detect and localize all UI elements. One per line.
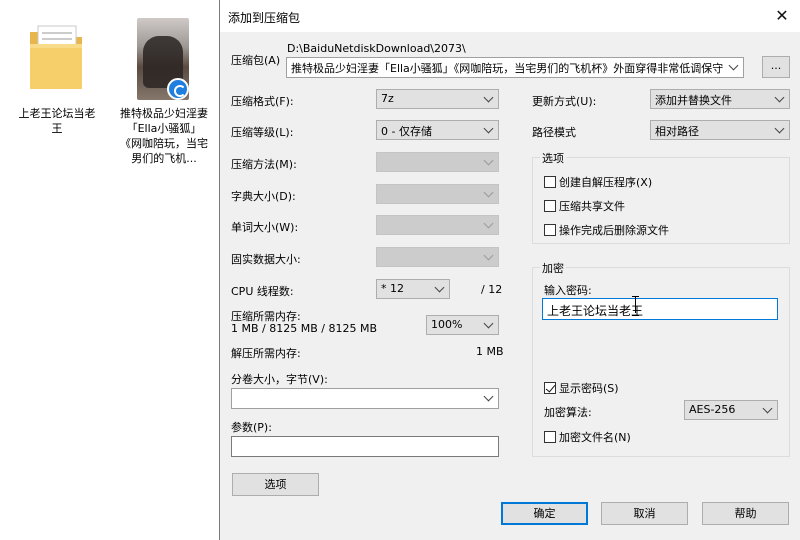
mem-percent-select[interactable]: 100% — [426, 315, 499, 335]
method-select — [376, 152, 499, 172]
cpu-select[interactable]: * 12 — [376, 279, 450, 299]
text-cursor-icon — [632, 296, 640, 316]
path-mode-value: 相对路径 — [655, 125, 699, 138]
chevron-down-icon — [484, 219, 494, 229]
format-value: 7z — [381, 92, 394, 105]
solid-label: 固实数据大小: — [231, 253, 301, 266]
chevron-down-icon[interactable] — [775, 124, 785, 134]
cancel-button[interactable]: 取消 — [601, 502, 688, 525]
chevron-down-icon[interactable] — [484, 124, 494, 134]
word-select — [376, 215, 499, 235]
desktop-folder-label[interactable]: 上老王论坛当老王 — [14, 106, 100, 136]
level-select[interactable]: 0 - 仅存储 — [376, 120, 499, 140]
checkbox-checked-icon[interactable] — [544, 382, 556, 394]
archive-path: D:\BaiduNetdiskDownload\2073\ — [287, 42, 466, 55]
video-file-icon[interactable] — [137, 18, 189, 100]
password-input[interactable]: 上老王论坛当老王 — [542, 298, 778, 320]
volume-combo[interactable] — [231, 388, 499, 409]
path-mode-select[interactable]: 相对路径 — [650, 120, 790, 140]
delete-source-checkbox[interactable]: 操作完成后删除源文件 — [544, 222, 669, 238]
chevron-down-icon[interactable] — [484, 392, 494, 402]
archive-name-combo[interactable]: 推特极品少妇淫妻「Ella小骚狐」《网咖陪玩，当宅男们的飞机杯》外面穿得非常低调… — [286, 57, 744, 78]
title-bar: 添加到压缩包 ✕ — [220, 0, 800, 32]
help-button[interactable]: 帮助 — [702, 502, 789, 525]
volume-label: 分卷大小，字节(V): — [231, 373, 328, 386]
checkbox-icon[interactable] — [544, 176, 556, 188]
level-label: 压缩等级(L): — [231, 126, 294, 139]
chevron-down-icon — [484, 188, 494, 198]
dict-label: 字典大小(D): — [231, 190, 296, 203]
desktop-video-label[interactable]: 推特极品少妇淫妻「Ella小骚狐」《网咖陪玩，当宅男们的飞机... — [120, 106, 208, 166]
enc-method-value: AES-256 — [689, 403, 736, 416]
options-button[interactable]: 选项 — [232, 473, 319, 496]
sfx-label: 创建自解压程序(X) — [559, 176, 653, 189]
shared-checkbox[interactable]: 压缩共享文件 — [544, 198, 625, 214]
chevron-down-icon[interactable] — [775, 93, 785, 103]
format-select[interactable]: 7z — [376, 89, 499, 109]
delete-source-label: 操作完成后删除源文件 — [559, 224, 669, 237]
update-select[interactable]: 添加并替换文件 — [650, 89, 790, 109]
chevron-down-icon[interactable] — [763, 404, 773, 414]
enc-method-label: 加密算法: — [544, 406, 592, 419]
checkbox-icon[interactable] — [544, 200, 556, 212]
player-badge-icon — [167, 78, 189, 100]
close-icon[interactable]: ✕ — [769, 4, 795, 28]
checkbox-icon[interactable] — [544, 431, 556, 443]
cpu-label: CPU 线程数: — [231, 285, 294, 298]
method-label: 压缩方法(M): — [231, 158, 297, 171]
shared-label: 压缩共享文件 — [559, 200, 625, 213]
chevron-down-icon[interactable] — [729, 61, 739, 71]
mem-decomp-label: 解压所需内存: — [231, 347, 301, 360]
mem-decomp-value: 1 MB — [476, 345, 504, 358]
chevron-down-icon — [484, 156, 494, 166]
sfx-checkbox[interactable]: 创建自解压程序(X) — [544, 174, 652, 190]
options-group-title: 选项 — [540, 150, 566, 166]
update-value: 添加并替换文件 — [655, 94, 732, 107]
cpu-value: * 12 — [381, 282, 404, 295]
mem-percent-value: 100% — [431, 318, 463, 331]
params-label: 参数(P): — [231, 421, 272, 434]
chevron-down-icon[interactable] — [484, 93, 494, 103]
archive-name-value: 推特极品少妇淫妻「Ella小骚狐」《网咖陪玩，当宅男们的飞机杯》外面穿得非常低调… — [291, 62, 724, 75]
archive-label: 压缩包(A) — [231, 54, 281, 67]
params-input[interactable] — [231, 436, 499, 457]
path-mode-label: 路径模式 — [532, 126, 576, 139]
chevron-down-icon — [484, 251, 494, 261]
dict-select — [376, 184, 499, 204]
solid-select — [376, 247, 499, 267]
checkbox-icon[interactable] — [544, 224, 556, 236]
level-value: 0 - 仅存储 — [381, 125, 432, 138]
browse-button[interactable]: ... — [762, 56, 790, 78]
encrypt-names-label: 加密文件名(N) — [559, 431, 631, 444]
chevron-down-icon[interactable] — [435, 283, 445, 293]
show-password-label: 显示密码(S) — [559, 382, 619, 395]
show-password-checkbox[interactable]: 显示密码(S) — [544, 380, 619, 396]
password-label: 输入密码: — [544, 284, 592, 297]
word-label: 单词大小(W): — [231, 221, 299, 234]
dialog-title: 添加到压缩包 — [228, 11, 301, 25]
cpu-total: / 12 — [481, 283, 503, 296]
enc-method-select[interactable]: AES-256 — [684, 400, 778, 420]
ok-button[interactable]: 确定 — [501, 502, 588, 525]
update-label: 更新方式(U): — [532, 95, 597, 108]
folder-icon[interactable] — [24, 18, 88, 98]
encrypt-names-checkbox[interactable]: 加密文件名(N) — [544, 429, 631, 445]
chevron-down-icon[interactable] — [484, 319, 494, 329]
encryption-group-title: 加密 — [540, 260, 566, 276]
format-label: 压缩格式(F): — [231, 95, 294, 108]
mem-comp-value: 1 MB / 8125 MB / 8125 MB — [231, 322, 377, 335]
